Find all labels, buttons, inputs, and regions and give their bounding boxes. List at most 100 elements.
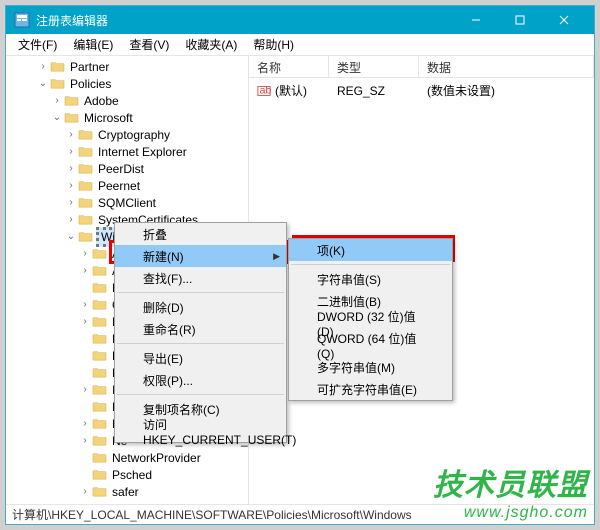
tree-node-scheddiag[interactable]: ScheduledDiagnostics	[110, 502, 233, 505]
cell-name: (默认)	[275, 82, 307, 99]
menu-help[interactable]: 帮助(H)	[245, 34, 302, 55]
menu-edit[interactable]: 编辑(E)	[65, 34, 121, 55]
chevron-right-icon[interactable]: ›	[64, 146, 78, 157]
separator	[291, 264, 450, 265]
cell-type: REG_SZ	[337, 84, 385, 98]
folder-icon	[50, 77, 65, 90]
window-title: 注册表编辑器	[36, 12, 454, 29]
status-path: 计算机\HKEY_LOCAL_MACHINE\SOFTWARE\Policies…	[12, 506, 412, 523]
chevron-right-icon[interactable]: ›	[64, 180, 78, 191]
folder-icon	[78, 179, 93, 192]
chevron-right-icon[interactable]: ›	[50, 95, 64, 106]
cm-delete[interactable]: 删除(D)	[115, 296, 286, 318]
separator	[117, 292, 284, 293]
tree-node-microsoft[interactable]: Microsoft	[82, 111, 135, 125]
regedit-icon	[14, 12, 30, 28]
folder-icon	[78, 213, 93, 226]
tree-node-psched[interactable]: Psched	[110, 468, 154, 482]
folder-icon	[78, 128, 93, 141]
tree-node-peerdist[interactable]: PeerDist	[96, 162, 146, 176]
folder-icon	[92, 417, 107, 430]
chevron-right-icon[interactable]: ›	[78, 435, 92, 446]
tree-node-sqm[interactable]: SQMClient	[96, 196, 158, 210]
cm-permissions[interactable]: 权限(P)...	[115, 369, 286, 391]
menu-view[interactable]: 查看(V)	[121, 34, 177, 55]
chevron-right-icon[interactable]: ›	[36, 61, 50, 72]
folder-icon	[92, 400, 107, 413]
chevron-right-icon[interactable]: ›	[78, 299, 92, 310]
cm-find[interactable]: 查找(F)...	[115, 267, 286, 289]
folder-icon	[64, 111, 79, 124]
folder-icon	[92, 434, 107, 447]
sm-key[interactable]: 项(K)	[289, 239, 452, 261]
folder-icon	[50, 60, 65, 73]
chevron-right-icon[interactable]: ›	[78, 486, 92, 497]
chevron-right-icon: ▶	[273, 251, 280, 262]
cell-data: (数值未设置)	[427, 82, 495, 99]
chevron-right-icon[interactable]: ›	[78, 265, 92, 276]
menu-file[interactable]: 文件(F)	[10, 34, 65, 55]
chevron-right-icon[interactable]: ›	[78, 248, 92, 259]
folder-icon	[92, 502, 107, 504]
folder-icon	[64, 94, 79, 107]
maximize-button[interactable]	[498, 6, 542, 34]
folder-icon	[92, 298, 107, 311]
chevron-down-icon[interactable]: ⌄	[36, 78, 50, 89]
sm-string[interactable]: 字符串值(S)	[289, 268, 452, 290]
sm-qword[interactable]: QWORD (64 位)值(Q)	[289, 334, 452, 356]
sm-expandstring[interactable]: 可扩充字符串值(E)	[289, 378, 452, 400]
chevron-right-icon[interactable]: ›	[78, 384, 92, 395]
tree-node-peernet[interactable]: Peernet	[96, 179, 142, 193]
chevron-down-icon[interactable]: ⌄	[50, 112, 64, 123]
statusbar: 计算机\HKEY_LOCAL_MACHINE\SOFTWARE\Policies…	[6, 504, 594, 524]
cm-export[interactable]: 导出(E)	[115, 347, 286, 369]
menubar: 文件(F) 编辑(E) 查看(V) 收藏夹(A) 帮助(H)	[6, 34, 594, 56]
folder-icon	[92, 468, 107, 481]
sm-multistring[interactable]: 多字符串值(M)	[289, 356, 452, 378]
folder-icon	[78, 162, 93, 175]
list-row[interactable]: (默认) REG_SZ (数值未设置)	[249, 78, 594, 103]
context-menu: 折叠 新建(N)▶ 查找(F)... 删除(D) 重命名(R) 导出(E) 权限…	[114, 222, 287, 443]
chevron-down-icon[interactable]: ⌄	[64, 231, 78, 242]
tree-node-partner[interactable]: Partner	[68, 60, 111, 74]
col-data[interactable]: 数据	[419, 56, 594, 77]
tree-node-policies[interactable]: Policies	[68, 77, 113, 91]
col-type[interactable]: 类型	[329, 56, 419, 77]
minimize-button[interactable]	[454, 6, 498, 34]
tree-node-ie[interactable]: Internet Explorer	[96, 145, 189, 159]
tree-node-safer[interactable]: safer	[110, 485, 141, 499]
cm-rename[interactable]: 重命名(R)	[115, 318, 286, 340]
cm-goto[interactable]: 访问 HKEY_CURRENT_USER(T)	[115, 420, 286, 442]
menu-favorites[interactable]: 收藏夹(A)	[177, 34, 245, 55]
folder-icon	[92, 349, 107, 362]
cm-new[interactable]: 新建(N)▶	[115, 245, 286, 267]
separator	[117, 394, 284, 395]
folder-icon	[92, 264, 107, 277]
titlebar: 注册表编辑器	[6, 6, 594, 34]
folder-icon	[78, 145, 93, 158]
folder-icon	[92, 383, 107, 396]
list-header: 名称 类型 数据	[249, 56, 594, 78]
chevron-right-icon[interactable]: ›	[78, 418, 92, 429]
folder-icon	[78, 196, 93, 209]
cm-collapse[interactable]: 折叠	[115, 223, 286, 245]
tree-node-adobe[interactable]: Adobe	[82, 94, 121, 108]
chevron-right-icon[interactable]: ›	[64, 214, 78, 225]
string-value-icon	[257, 84, 271, 98]
chevron-right-icon[interactable]: ›	[64, 129, 78, 140]
col-name[interactable]: 名称	[249, 56, 329, 77]
folder-icon	[92, 315, 107, 328]
folder-icon	[92, 366, 107, 379]
folder-icon	[92, 332, 107, 345]
chevron-right-icon[interactable]: ›	[64, 197, 78, 208]
folder-icon	[92, 485, 107, 498]
folder-icon	[92, 451, 107, 464]
submenu-new: 项(K) 字符串值(S) 二进制值(B) DWORD (32 位)值(D) QW…	[288, 238, 453, 401]
folder-icon	[92, 281, 107, 294]
folder-icon	[78, 230, 93, 243]
chevron-right-icon[interactable]: ›	[78, 316, 92, 327]
tree-node-cryptography[interactable]: Cryptography	[96, 128, 172, 142]
tree-node-netprov[interactable]: NetworkProvider	[110, 451, 203, 465]
chevron-right-icon[interactable]: ›	[64, 163, 78, 174]
close-button[interactable]	[542, 6, 586, 34]
